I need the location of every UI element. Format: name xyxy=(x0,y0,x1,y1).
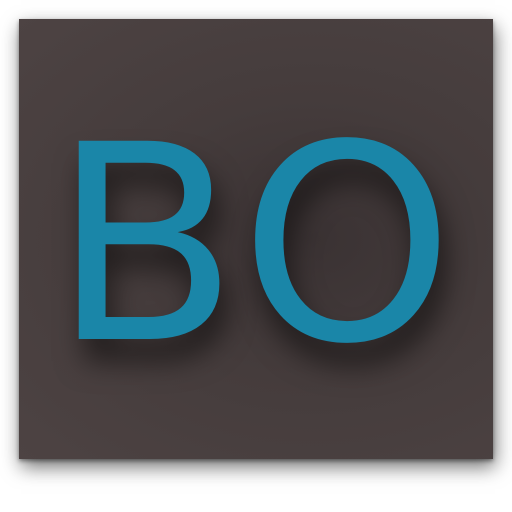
logo-tile: BO xyxy=(19,19,493,459)
app-icon: BO xyxy=(0,0,512,512)
logo-text: BO xyxy=(52,88,460,404)
